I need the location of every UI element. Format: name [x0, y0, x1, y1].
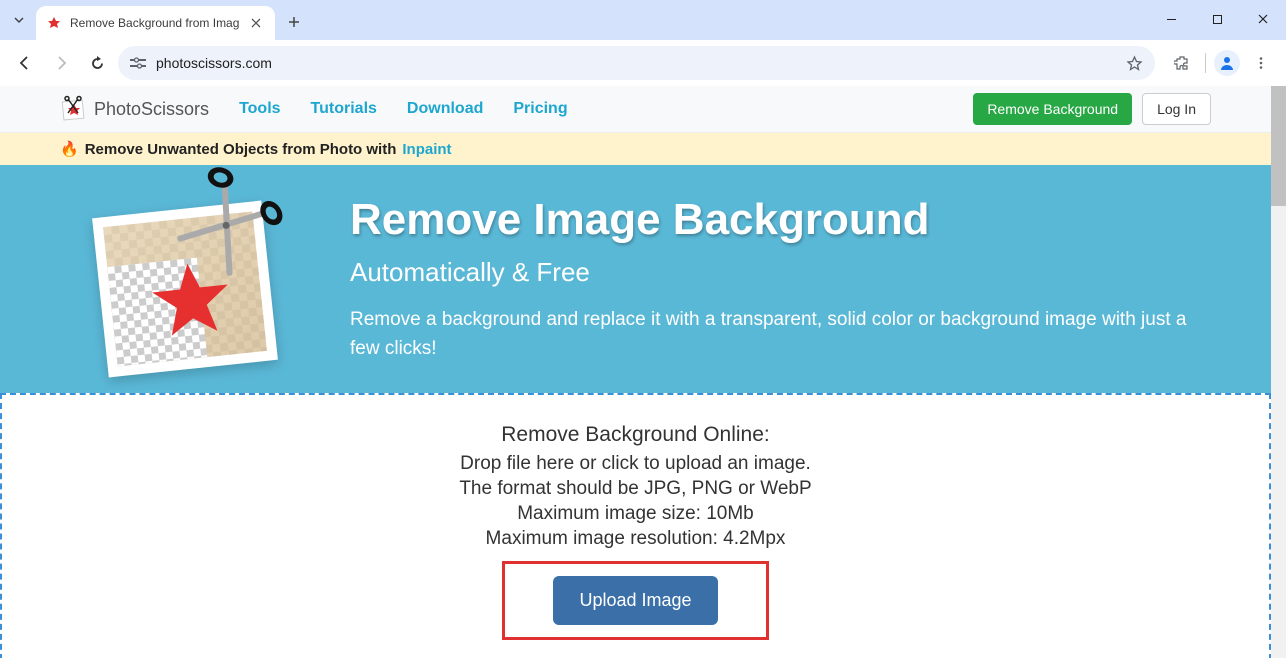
upload-heading: Remove Background Online:: [22, 423, 1249, 447]
fire-icon: 🔥: [60, 140, 79, 158]
page-viewport: PhotoScissors Tools Tutorials Download P…: [0, 86, 1286, 658]
hero-title: Remove Image Background: [350, 195, 1221, 245]
hero-section: Remove Image Background Automatically & …: [0, 165, 1271, 393]
hero-description: Remove a background and replace it with …: [350, 306, 1221, 363]
nav-link-pricing[interactable]: Pricing: [513, 100, 567, 118]
profile-button[interactable]: [1214, 50, 1240, 76]
brand-name: PhotoScissors: [94, 99, 209, 120]
window-controls: [1148, 0, 1286, 38]
upload-instruction-1: Drop file here or click to upload an ima…: [22, 453, 1249, 475]
site-settings-icon[interactable]: [130, 56, 146, 70]
brand-icon: [60, 95, 88, 123]
banner-text: Remove Unwanted Objects from Photo with: [85, 141, 397, 158]
bookmark-icon[interactable]: [1126, 55, 1143, 72]
nav-link-download[interactable]: Download: [407, 100, 483, 118]
hero-image: [80, 179, 300, 379]
browser-toolbar: photoscissors.com: [0, 40, 1286, 86]
back-button[interactable]: [10, 48, 40, 78]
menu-icon[interactable]: [1246, 48, 1276, 78]
remove-background-button[interactable]: Remove Background: [973, 93, 1132, 125]
nav-link-tools[interactable]: Tools: [239, 100, 280, 118]
upload-instruction-2: The format should be JPG, PNG or WebP: [22, 478, 1249, 500]
nav-link-tutorials[interactable]: Tutorials: [311, 100, 377, 118]
browser-chrome: Remove Background from Imag: [0, 0, 1286, 86]
maximize-button[interactable]: [1194, 0, 1240, 38]
upload-button-highlight: Upload Image: [502, 561, 768, 640]
brand[interactable]: PhotoScissors: [60, 95, 209, 123]
tab-title: Remove Background from Imag: [70, 16, 239, 30]
banner-link[interactable]: Inpaint: [402, 141, 451, 158]
nav-links: Tools Tutorials Download Pricing: [239, 100, 568, 118]
tab-favicon-icon: [46, 15, 62, 31]
forward-button[interactable]: [46, 48, 76, 78]
upload-instruction-3: Maximum image size: 10Mb: [22, 503, 1249, 525]
upload-dropzone[interactable]: Remove Background Online: Drop file here…: [0, 393, 1271, 658]
promo-banner: 🔥 Remove Unwanted Objects from Photo wit…: [0, 133, 1271, 165]
login-button[interactable]: Log In: [1142, 93, 1211, 125]
minimize-button[interactable]: [1148, 0, 1194, 38]
new-tab-button[interactable]: [285, 13, 303, 31]
reload-button[interactable]: [82, 48, 112, 78]
browser-tab[interactable]: Remove Background from Imag: [36, 6, 275, 40]
tab-close-icon[interactable]: [247, 14, 265, 32]
url-text: photoscissors.com: [156, 55, 1116, 71]
site-nav: PhotoScissors Tools Tutorials Download P…: [0, 86, 1271, 133]
hero-subtitle: Automatically & Free: [350, 257, 1221, 288]
address-bar[interactable]: photoscissors.com: [118, 46, 1155, 80]
tab-bar: Remove Background from Imag: [0, 0, 1286, 40]
close-window-button[interactable]: [1240, 0, 1286, 38]
tabs-search-dropdown[interactable]: [8, 9, 30, 31]
scrollbar-track[interactable]: [1271, 86, 1286, 658]
extensions-icon[interactable]: [1167, 48, 1197, 78]
upload-instruction-4: Maximum image resolution: 4.2Mpx: [22, 528, 1249, 550]
upload-image-button[interactable]: Upload Image: [553, 576, 717, 625]
scrollbar-thumb[interactable]: [1271, 86, 1286, 206]
